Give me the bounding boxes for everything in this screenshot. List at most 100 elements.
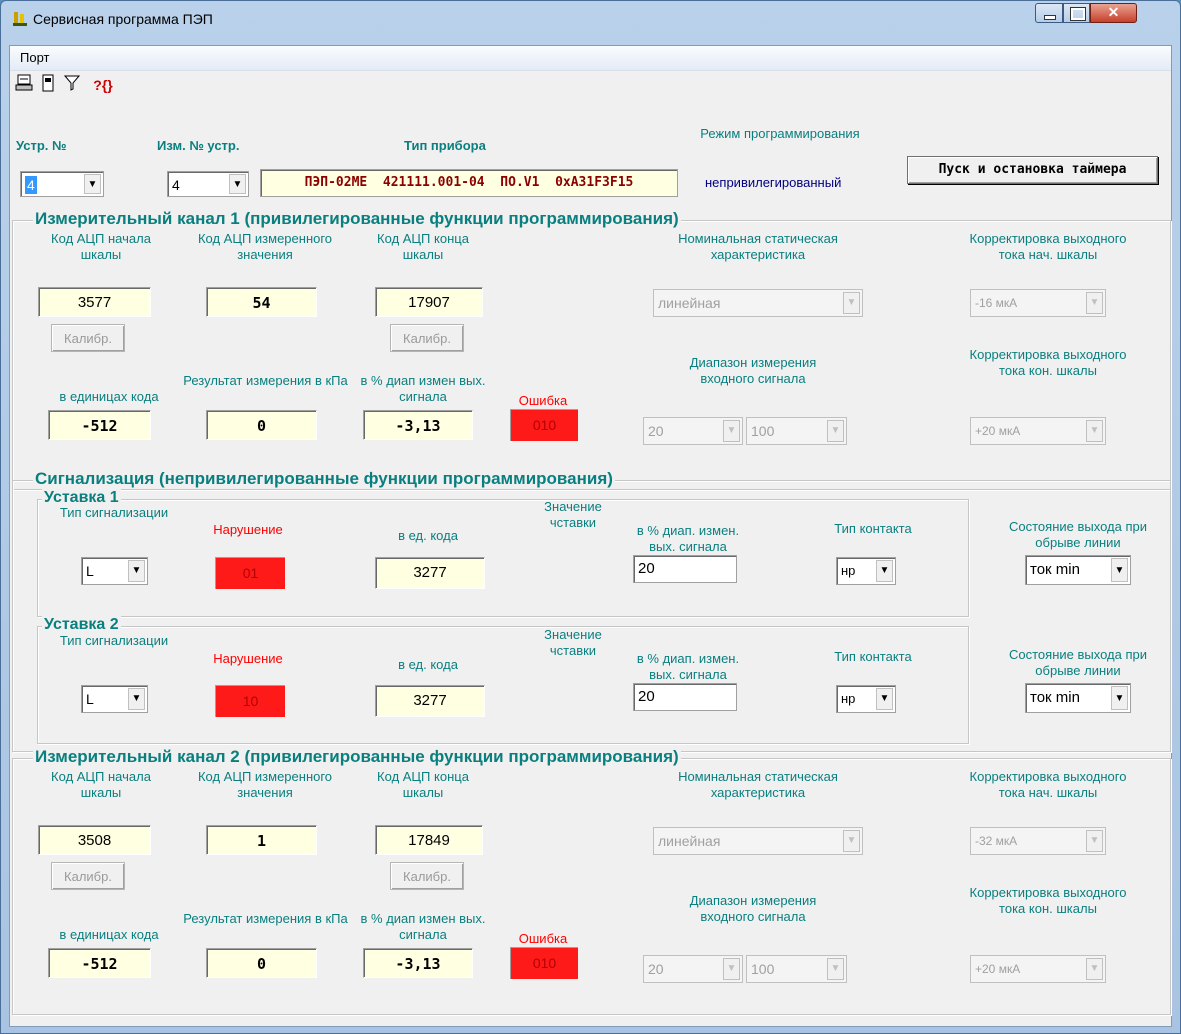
setpoint1-code-value: 3277 [375,557,485,589]
mode-value: непривилегированный [705,175,842,190]
corr-start-select[interactable]: -16 мкА ▼ [970,289,1106,317]
calib-button-end[interactable]: Калибр. [390,862,464,890]
adc-measured-value: 54 [206,287,317,317]
setpoint1-percent-label: в % диап. измен. вых. сигнала [636,523,740,554]
chevron-down-icon[interactable]: ▼ [1086,958,1103,980]
units-code-label: в единицах кода [59,927,159,942]
chevron-down-icon[interactable]: ▼ [843,830,860,852]
corr-end-value: +20 мкА [975,962,1021,976]
corr-start-label: Корректировка выходного тока нач. шкалы [969,769,1127,800]
error-value: 010 [510,409,578,441]
error-value: 010 [510,947,578,979]
setpoint1-setpoint-label: Значение чставки [544,499,602,530]
setpoint1-break-label: Состояние выхода при обрыве линии [1009,519,1147,550]
setpoint2-contact-value: нр [841,691,856,706]
help-glyph: ?{} [93,77,113,93]
timer-button[interactable]: Пуск и остановка таймера [907,156,1158,184]
corr-end-label: Корректировка выходного тока кон. шкалы [969,885,1127,916]
chevron-down-icon[interactable]: ▼ [128,688,145,710]
title-bar[interactable]: Сервисная программа ПЭП ✕ [1,1,1180,45]
chevron-down-icon[interactable]: ▼ [1111,558,1128,582]
setpoint1-violation-value: 01 [215,557,285,589]
setpoint2-contact-select[interactable]: нр ▼ [836,685,896,713]
nsc-select[interactable]: линейная ▼ [653,827,863,855]
chevron-down-icon[interactable]: ▼ [876,688,893,710]
setpoint1-contact-select[interactable]: нр ▼ [836,557,896,585]
dev-no-label: Устр. № [16,138,67,153]
toolbar: ?{} [10,70,1171,100]
corr-end-label: Корректировка выходного тока кон. шкалы [969,347,1127,378]
chevron-down-icon[interactable]: ▼ [1086,420,1103,442]
app-logo-icon [13,11,27,27]
corr-start-value: -32 мкА [975,834,1018,848]
chevron-down-icon[interactable]: ▼ [723,958,740,980]
chevron-down-icon[interactable]: ▼ [827,958,844,980]
dev-no-value: 4 [25,176,37,194]
range-to-select[interactable]: 100 ▼ [746,955,847,983]
error-label: Ошибка [518,931,568,946]
chevron-down-icon[interactable]: ▼ [128,560,145,582]
setpoint1-break-value: ток min [1030,561,1080,578]
minimize-icon [1044,15,1056,20]
range-from-value: 20 [648,423,664,439]
chevron-down-icon[interactable]: ▼ [843,292,860,314]
range-from-select[interactable]: 20 ▼ [643,417,743,445]
device-icon[interactable] [38,74,58,96]
nsc-label: Номинальная статическая характеристика [678,769,838,800]
percent-value: -3,13 [363,410,473,440]
change-no-select[interactable]: 4 ▼ [167,171,249,197]
corr-start-select[interactable]: -32 мкА ▼ [970,827,1106,855]
setpoint2-break-value: ток min [1030,689,1080,706]
range-to-select[interactable]: 100 ▼ [746,417,847,445]
chevron-down-icon[interactable]: ▼ [876,560,893,582]
chevron-down-icon[interactable]: ▼ [1086,830,1103,852]
corr-end-value: +20 мкА [975,424,1021,438]
calib-button-start[interactable]: Калибр. [51,862,125,890]
result-label: Результат измерения в кПа [183,373,348,388]
help-icon[interactable]: ?{} [86,74,120,96]
calib-button-end[interactable]: Калибр. [390,324,464,352]
result-value: 0 [206,948,317,978]
percent-label: в % диап измен вых. сигнала [360,911,486,942]
setpoint2-break-select[interactable]: ток min ▼ [1025,683,1131,713]
setpoint2-percent-input[interactable]: 20 [633,683,737,711]
chevron-down-icon[interactable]: ▼ [229,174,246,194]
minimize-button[interactable] [1035,3,1063,23]
client-area: Порт ?{} Устр. № 4 ▼ Изм. № устр. 4 ▼ Ти… [9,45,1172,1027]
setpoint1-break-select[interactable]: ток min ▼ [1025,555,1131,585]
corr-end-select[interactable]: +20 мкА ▼ [970,417,1106,445]
dev-no-select[interactable]: 4 ▼ [20,171,104,197]
adc-start-value: 3577 [38,287,151,317]
units-code-label: в единицах кода [59,389,159,404]
setpoint1-contact-value: нр [841,563,856,578]
setpoint2-group: Уставка 2 [37,616,969,744]
chevron-down-icon[interactable]: ▼ [827,420,844,442]
close-button[interactable]: ✕ [1090,3,1137,23]
change-no-value: 4 [172,177,180,193]
chevron-down-icon[interactable]: ▼ [84,174,101,194]
setpoint1-percent-input[interactable]: 20 [633,555,737,583]
setpoint2-code-label: в ед. кода [398,657,458,672]
adc-end-value: 17849 [375,825,483,855]
filter-icon[interactable] [62,74,82,96]
setpoint2-type-value: L [86,691,94,707]
error-label: Ошибка [518,393,568,408]
chevron-down-icon[interactable]: ▼ [723,420,740,442]
menu-port[interactable]: Порт [20,50,49,65]
computer-icon[interactable] [14,74,34,96]
chevron-down-icon[interactable]: ▼ [1111,686,1128,710]
range-from-value: 20 [648,961,664,977]
maximize-button[interactable] [1063,3,1090,23]
window-title: Сервисная программа ПЭП [33,11,213,27]
adc-end-value: 17907 [375,287,483,317]
range-from-select[interactable]: 20 ▼ [643,955,743,983]
setpoint2-title: Уставка 2 [42,616,121,634]
change-no-label: Изм. № устр. [157,138,240,153]
adc-measured-label: Код АЦП измеренного значения [197,231,333,262]
calib-button-start[interactable]: Калибр. [51,324,125,352]
nsc-select[interactable]: линейная ▼ [653,289,863,317]
setpoint1-type-select[interactable]: L ▼ [81,557,148,585]
corr-end-select[interactable]: +20 мкА ▼ [970,955,1106,983]
setpoint2-type-select[interactable]: L ▼ [81,685,148,713]
chevron-down-icon[interactable]: ▼ [1086,292,1103,314]
